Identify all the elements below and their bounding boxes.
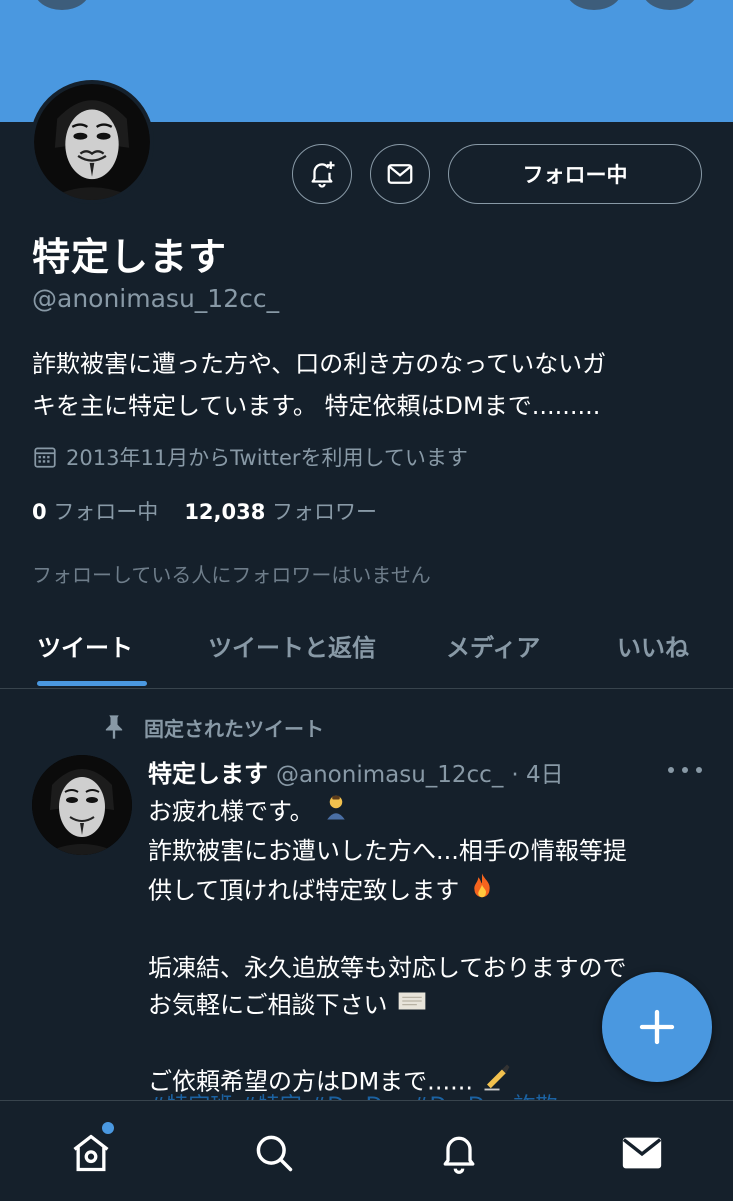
joined-date: 2013年11月からTwitterを利用しています: [32, 442, 468, 472]
nav-home[interactable]: [67, 1129, 115, 1177]
bio-line: 詐欺被害に遭った方や、口の利き方のなっていないガ: [32, 350, 607, 378]
plus-icon: [639, 1009, 675, 1045]
calendar-icon: [34, 447, 56, 468]
tab-media[interactable]: メディア: [446, 628, 540, 663]
tweet-header: 特定します @anonimasu_12cc_ · 4日: [148, 754, 564, 789]
bell-icon: [443, 1136, 475, 1174]
mail-icon: [622, 1137, 662, 1169]
nav-search[interactable]: [250, 1129, 298, 1177]
more-dots-icon[interactable]: [668, 760, 702, 780]
profile-name: 特定します: [32, 235, 228, 279]
envelope-icon: [387, 164, 413, 184]
joined-text: 2013年11月からTwitterを利用しています: [66, 446, 468, 470]
scroll-emoji: [395, 988, 429, 1025]
followers-link[interactable]: 12,038 フォロワー: [184, 496, 377, 526]
following-label: フォロー中: [53, 500, 159, 524]
notify-button[interactable]: [292, 144, 352, 204]
tweet-line: 供して頂ければ特定致します: [148, 870, 708, 913]
following-button[interactable]: フォロー中: [448, 144, 702, 204]
fire-emoji: [467, 870, 497, 913]
compose-tweet-button[interactable]: [602, 972, 712, 1082]
mask-avatar-image: [32, 755, 132, 855]
tweet-author-name[interactable]: 特定します: [148, 754, 268, 789]
follow-stats: 0 フォロー中 12,038 フォロワー: [32, 496, 377, 526]
tweet-author-handle: @anonimasu_12cc_: [276, 762, 504, 788]
profile-avatar[interactable]: [30, 80, 154, 204]
profile-handle: @anonimasu_12cc_: [32, 284, 280, 313]
message-button[interactable]: [370, 144, 430, 204]
tweet-line: お疲れ様です。: [148, 792, 708, 833]
profile-tabs: ツイート ツイートと返信 メディア いいね: [0, 620, 733, 689]
mask-avatar-image: [34, 84, 150, 200]
active-tab-indicator: [37, 681, 147, 686]
bottom-navigation: [0, 1100, 733, 1201]
tab-tweets-replies[interactable]: ツイートと返信: [208, 628, 376, 663]
nav-notifications[interactable]: [435, 1129, 483, 1177]
followers-count: 12,038: [184, 500, 266, 524]
home-notification-dot: [102, 1122, 114, 1134]
bell-plus-icon: [311, 161, 335, 188]
bio-line: キを主に特定しています。 特定依頼はDMまで.........: [32, 392, 601, 420]
followers-label: フォロワー: [272, 500, 378, 524]
pinned-label: 固定されたツイート: [144, 716, 324, 741]
known-followers-text: フォローしている人にフォロワーはいません: [32, 563, 431, 587]
profile-bio: 詐欺被害に遭った方や、口の利き方のなっていないガ キを主に特定しています。 特定…: [32, 343, 712, 427]
tab-likes[interactable]: いいね: [617, 628, 689, 663]
following-link[interactable]: 0 フォロー中: [32, 496, 158, 526]
tab-tweets[interactable]: ツイート: [37, 628, 133, 663]
home-icon: [73, 1134, 109, 1172]
following-count: 0: [32, 500, 47, 524]
tweet-time: · 4日: [511, 762, 564, 788]
pinned-indicator: 固定されたツイート: [100, 712, 324, 742]
bowing-person-emoji: [321, 792, 351, 833]
tweet-author-avatar[interactable]: [32, 755, 132, 855]
pin-icon: [105, 715, 123, 739]
tweet-line: 詐欺被害にお遭いした方へ...相手の情報等提: [148, 837, 627, 865]
search-icon: [256, 1135, 293, 1172]
nav-messages[interactable]: [618, 1129, 666, 1177]
